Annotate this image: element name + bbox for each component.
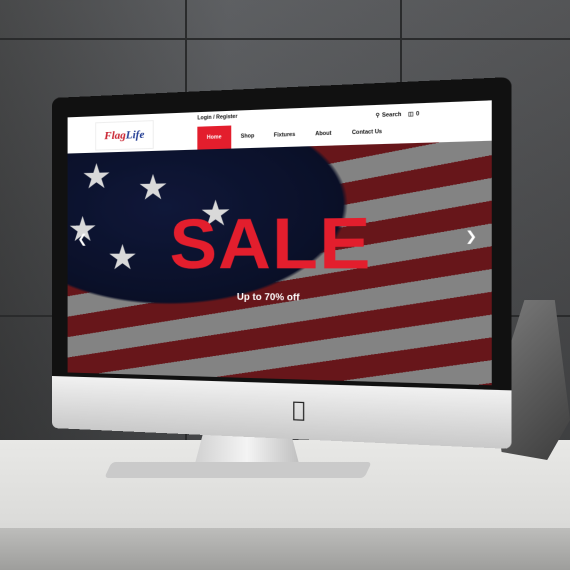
nav-about[interactable]: About <box>305 121 341 146</box>
cart-icon: ◫ <box>408 111 414 118</box>
monitor-screen: Flag Life Login / Register Home Shop Fixt… <box>67 100 492 386</box>
hero-headline: SALE <box>169 202 372 285</box>
site-logo[interactable]: Flag Life <box>95 120 154 151</box>
cart-button[interactable]: ◫ 0 <box>408 111 419 118</box>
apple-logo-icon:  <box>292 396 305 422</box>
nav-contact-us[interactable]: Contact Us <box>342 120 393 146</box>
monitor-stand-foot <box>104 462 372 478</box>
wall-seam <box>0 38 570 40</box>
cart-count: 0 <box>415 110 420 118</box>
nav-home[interactable]: Home <box>197 125 232 150</box>
chevron-left-icon[interactable]: ❮ <box>77 232 87 246</box>
logo-part2: Life <box>125 128 145 142</box>
nav-fixtures[interactable]: Fixtures <box>264 123 305 148</box>
nav-shop[interactable]: Shop <box>231 124 264 148</box>
desk-edge <box>0 528 570 570</box>
chevron-right-icon[interactable]: ❯ <box>465 228 477 244</box>
flag-star-icon: ★ <box>137 166 169 209</box>
search-label: Search <box>382 111 402 119</box>
magnifier-icon: ⚲ <box>375 112 380 120</box>
search-button[interactable]: ⚲ Search <box>376 112 402 120</box>
login-register-link[interactable]: Login / Register <box>197 114 237 122</box>
desktop-monitor: Flag Life Login / Register Home Shop Fixt… <box>52 77 512 449</box>
monitor-bezel: Flag Life Login / Register Home Shop Fixt… <box>52 77 512 391</box>
logo-part1: Flag <box>104 129 126 143</box>
flag-star-icon: ★ <box>81 156 112 198</box>
